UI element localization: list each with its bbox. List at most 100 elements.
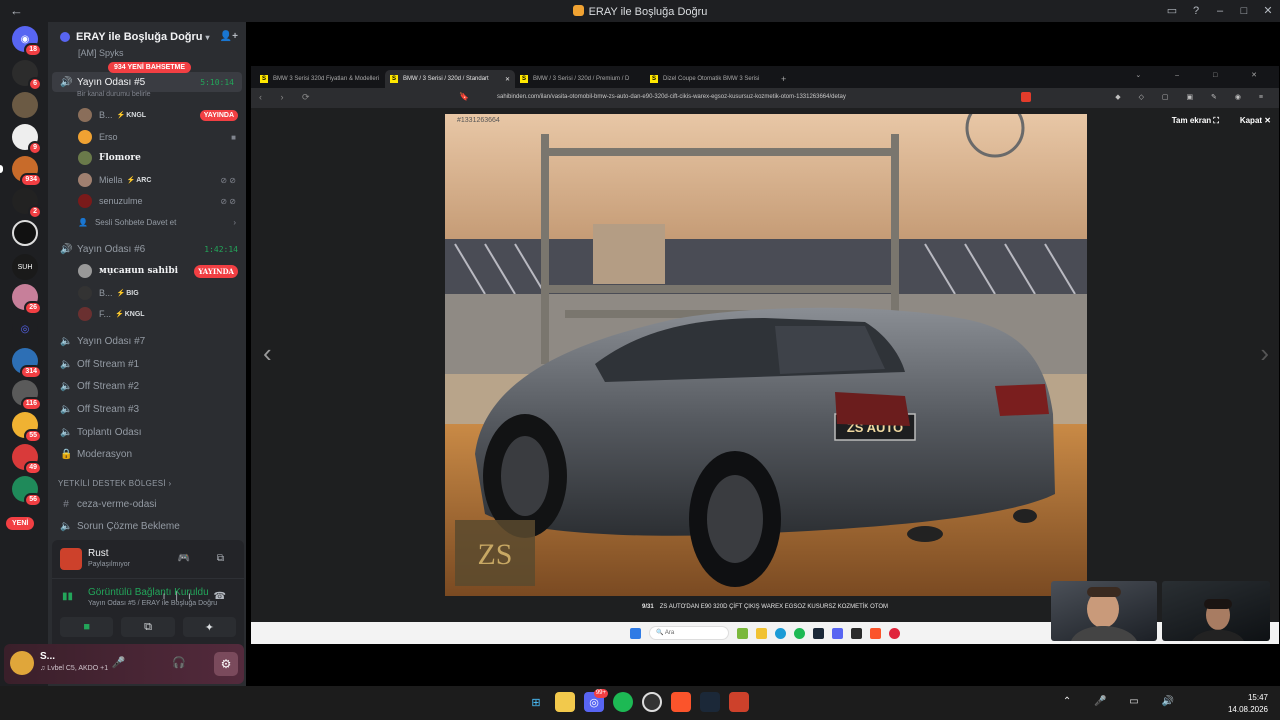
avatar (78, 194, 92, 208)
minimize-button[interactable]: – (1208, 0, 1232, 22)
server-icon[interactable] (12, 92, 38, 118)
close-viewer-button[interactable]: Kapat ✕ (1240, 116, 1271, 125)
dm-home-icon[interactable]: ◉ 18 (12, 26, 42, 57)
webcam-tile[interactable] (1162, 581, 1270, 641)
discord-logo-icon[interactable]: ◎ (12, 316, 38, 342)
bookmark-icon[interactable]: 🔖 (459, 92, 469, 101)
brave-icon[interactable] (671, 692, 691, 712)
voice-user[interactable]: senuzulme ⊘ ⊘ (78, 191, 242, 211)
search-box[interactable]: 🔍 Ara (649, 626, 729, 640)
channel-status[interactable]: Bir kanal durumu belirle (77, 91, 151, 98)
add-user-icon: 👤 (78, 217, 88, 227)
new-servers-badge[interactable]: YENİ (6, 517, 35, 530)
close-tab-icon[interactable]: ✕ (505, 76, 510, 83)
channel-voice[interactable]: 🔈 Sorun Çözme Bekleme (48, 516, 246, 536)
server-icon[interactable]: SUH (12, 254, 38, 280)
game-actions[interactable]: 🎮 ⧉ (178, 553, 236, 564)
category-header[interactable]: YETKİLİ DESTEK BÖLGESİ › (58, 479, 171, 488)
new-mentions-pill[interactable]: 934 YENİ BAHSETME (108, 62, 192, 73)
server-icon[interactable]: 55 (12, 412, 42, 443)
steam-icon[interactable] (700, 692, 720, 712)
activities-button[interactable]: ✦ (182, 617, 236, 637)
mic-headset-controls[interactable]: 🎤 🎧 (112, 656, 208, 669)
server-icon-active[interactable]: 934 (0, 156, 42, 187)
voice-user[interactable]: F...KNGL (78, 304, 242, 324)
avatar (78, 173, 92, 187)
channel-voice[interactable]: 🔈 Toplantı Odası (48, 422, 246, 442)
fullscreen-button[interactable]: Tam ekran ⛶ (1172, 116, 1219, 126)
nvidia-icon[interactable] (851, 627, 862, 639)
avatar[interactable] (10, 651, 34, 675)
server-icon[interactable]: 6 (12, 60, 42, 91)
maximize-button[interactable]: □ (1232, 0, 1256, 22)
url-input[interactable]: sahibinden.com/ilan/vasita-otomobil-bmw-… (497, 94, 846, 100)
discord-icon[interactable]: ◎ 99+ (584, 689, 608, 712)
server-icon[interactable]: 56 (12, 476, 42, 507)
obs-icon[interactable] (642, 692, 662, 712)
channel-text[interactable]: # ceza-verme-odasi (48, 494, 246, 514)
inbox-icon[interactable]: ▭ (1160, 0, 1184, 22)
brave-shield-icon[interactable] (1021, 92, 1031, 102)
voice-actions[interactable]: ı|ı ☎ (163, 591, 236, 602)
settings-gear-icon[interactable]: ⚙ (214, 652, 238, 676)
windows-start-icon[interactable] (630, 627, 641, 639)
nav-buttons[interactable]: ‹ › ⟳ (259, 92, 318, 103)
channel-voice[interactable]: 🔈 Off Stream #3 (48, 399, 246, 419)
share-screen-button[interactable]: ⧉ (121, 617, 175, 637)
previous-photo-arrow[interactable]: ‹ (263, 338, 272, 369)
brave-icon[interactable] (870, 627, 881, 639)
channel-voice[interactable]: 🔈 Off Stream #1 (48, 354, 246, 374)
rust-icon[interactable] (729, 692, 749, 712)
channel-stream-6[interactable]: 🔊 Yayın Odası #6 1:42:14 (48, 239, 246, 259)
channel-voice[interactable]: 🔈 Off Stream #2 (48, 376, 246, 396)
server-icon[interactable]: 2 (12, 188, 42, 219)
avatar (78, 264, 92, 278)
camera-button[interactable]: ■ (60, 617, 114, 637)
app-icon[interactable] (737, 627, 748, 639)
server-icon[interactable]: 26 (12, 284, 42, 315)
voice-user[interactable]: MiellaARC⊘ ⊘ (78, 170, 242, 190)
windows-start-icon[interactable]: ⊞ (526, 692, 546, 712)
discord-icon[interactable] (832, 627, 843, 639)
car-photo-svg: ZS AUTO ZS #1331263664 (445, 114, 1087, 596)
voice-user[interactable]: [AM] Spyks (78, 46, 242, 60)
browser-window-controls[interactable]: ⌄ – □ ✕ (1135, 71, 1273, 79)
app-icon[interactable] (756, 627, 767, 639)
server-icon[interactable]: 9 (12, 124, 42, 155)
help-icon[interactable]: ? (1184, 0, 1208, 22)
app-icon[interactable] (889, 627, 900, 639)
close-window-button[interactable]: ✕ (1256, 0, 1280, 22)
voice-user[interactable]: B...BIG (78, 283, 242, 303)
file-explorer-icon[interactable] (555, 692, 575, 712)
server-icon[interactable]: 116 (12, 380, 42, 411)
browser-tab-active[interactable]: S BMW / 3 Serisi / 320d / Standart ✕ (385, 70, 515, 88)
server-icon[interactable] (12, 220, 38, 246)
next-photo-arrow[interactable]: › (1260, 338, 1269, 369)
speaker-icon: 🔈 (60, 358, 73, 370)
channel-voice[interactable]: 🔈 Yayın Odası #7 (48, 331, 246, 351)
browser-tab[interactable]: S Dizel Coupe Otomatik BMW 3 Serisi (645, 70, 775, 88)
invite-icon[interactable]: 👤+ (220, 31, 238, 42)
spotify-icon[interactable] (613, 692, 633, 712)
new-tab-button[interactable]: + (781, 70, 786, 88)
webcam-tile[interactable] (1051, 581, 1157, 641)
muted-deafened-icon: ⊘ ⊘ (220, 196, 236, 206)
extension-icons[interactable]: ◆ ◇ ▢ ▣ ✎ ◉ ≡ (1115, 93, 1271, 101)
channel-locked[interactable]: 🔒 Moderasyon (48, 444, 246, 464)
voice-user[interactable]: B...KNGLYAYINDA (78, 105, 242, 125)
voice-user[interactable]: мụcaнun sahibi YAYINDA (78, 261, 242, 281)
steam-icon[interactable] (813, 627, 824, 639)
voice-user[interactable]: Erso ■ (78, 127, 242, 147)
browser-tab[interactable]: S BMW / 3 Serisi / 320d / Premium / D (515, 70, 645, 88)
server-icon[interactable]: 49 (12, 444, 42, 475)
system-tray[interactable]: ⌃ 🎤 ▭ 🔊 (1063, 696, 1184, 707)
browser-tab[interactable]: S BMW 3 Serisi 320d Fiyatları & Modelleri (255, 70, 385, 88)
channel-stream-5[interactable]: 🔊 Yayın Odası #5 5:10:14 (52, 72, 242, 92)
invite-to-voice[interactable]: 👤 Sesli Sohbete Davet et › (78, 212, 242, 232)
voice-user[interactable]: Flomore (78, 148, 242, 168)
edge-icon[interactable] (775, 627, 786, 639)
server-icon[interactable]: 314 (12, 348, 42, 379)
spotify-icon[interactable] (794, 627, 805, 639)
chevron-down-icon: › (168, 479, 172, 488)
clock[interactable]: 15:47 14.08.2026 (1228, 692, 1268, 716)
